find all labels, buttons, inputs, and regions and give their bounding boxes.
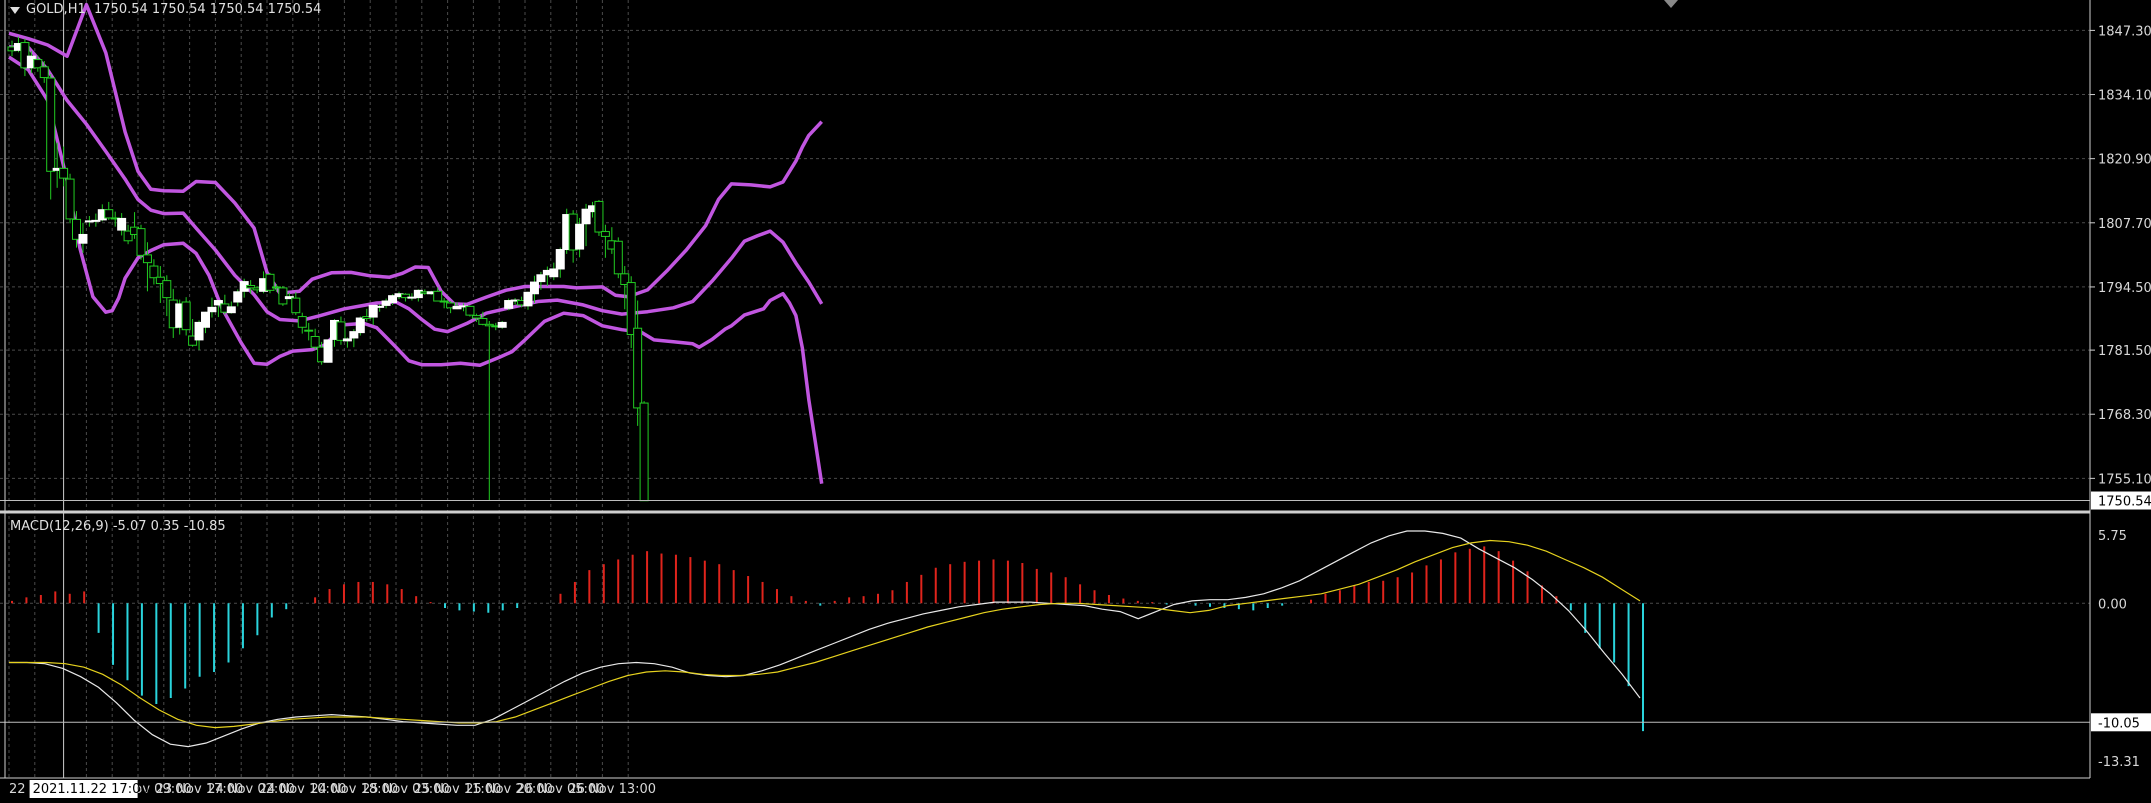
- candle-body: [226, 306, 236, 314]
- candle-body: [104, 209, 114, 219]
- candle-body: [536, 274, 546, 283]
- candle-body: [162, 280, 172, 299]
- trading-chart[interactable]: 1847.30 1834.10 1820.90 1807.70 1794.50 1781.…: [0, 0, 2151, 803]
- candle-body: [342, 338, 352, 342]
- candle-body: [78, 233, 88, 244]
- price-tick-label: 1794.50: [2098, 281, 2151, 296]
- candle-body: [594, 200, 604, 233]
- candle-body: [59, 167, 69, 179]
- candle-body: [375, 305, 385, 308]
- candle-body: [523, 291, 533, 307]
- candle-body: [304, 329, 314, 332]
- current-macd-label: -10.05: [2098, 716, 2140, 731]
- candle-body: [291, 297, 301, 314]
- candle-body: [355, 317, 365, 334]
- candle-body: [613, 240, 623, 275]
- candle-body: [201, 311, 210, 328]
- macd-tick-label: -13.31: [2098, 755, 2140, 770]
- candle-body: [91, 219, 101, 222]
- candle-body: [549, 268, 559, 278]
- candle-body: [117, 217, 127, 231]
- candle-body: [181, 301, 191, 331]
- candle-body: [575, 223, 585, 250]
- price-tick-label: 1820.90: [2098, 153, 2151, 168]
- candle-body: [633, 327, 643, 409]
- price-tick-label: 1847.30: [2098, 24, 2151, 39]
- candle-body: [471, 315, 481, 319]
- time-axis: 22 Nov 202123 Nov 01:0023 Nov 09:0023 No…: [9, 780, 656, 798]
- candle-body: [478, 318, 488, 325]
- candle-body: [433, 290, 443, 302]
- candle-body: [439, 300, 449, 303]
- collapse-triangle-icon[interactable]: [10, 7, 20, 14]
- candle-body: [626, 282, 636, 336]
- candle-body: [529, 281, 539, 295]
- current-price-label: 1750.54: [2098, 495, 2151, 510]
- candle-body: [46, 77, 56, 172]
- candle-body: [297, 316, 307, 328]
- price-tick-label: 1807.70: [2098, 217, 2151, 232]
- candle-body: [336, 321, 346, 341]
- price-tick-label: 1781.50: [2098, 344, 2151, 359]
- price-tick-label: 1755.10: [2098, 472, 2151, 487]
- symbol-info-label: GOLD,H1 1750.54 1750.54 1750.54 1750.54: [26, 2, 322, 17]
- candle-body: [136, 228, 146, 256]
- time-tick-label: 26 Nov 13:00: [568, 782, 656, 797]
- macd-tick-label: 0.00: [2098, 597, 2127, 612]
- price-tick-label: 1768.30: [2098, 408, 2151, 423]
- candle-body: [555, 249, 565, 270]
- candle-body: [207, 306, 217, 313]
- candle-body: [465, 305, 475, 316]
- macd-tick-label: 5.75: [2098, 529, 2127, 544]
- candle-body: [323, 339, 333, 363]
- candle-body: [497, 321, 507, 328]
- candle-body: [142, 254, 152, 264]
- price-tick-label: 1834.10: [2098, 89, 2151, 104]
- candle-body: [278, 287, 288, 305]
- candle-body: [600, 231, 610, 237]
- scroll-marker-icon[interactable]: [1664, 0, 1678, 8]
- macd-info-label: MACD(12,26,9) -5.07 0.35 -10.85: [10, 519, 226, 534]
- candle-body: [149, 265, 159, 279]
- candle-body: [310, 335, 320, 348]
- candle-body: [504, 300, 514, 309]
- candle-body: [639, 402, 649, 502]
- candle-body: [65, 178, 75, 220]
- crosshair-time-label: 2021.11.22 17:00: [33, 782, 149, 797]
- candle-body: [233, 291, 243, 303]
- candle-body: [39, 66, 49, 79]
